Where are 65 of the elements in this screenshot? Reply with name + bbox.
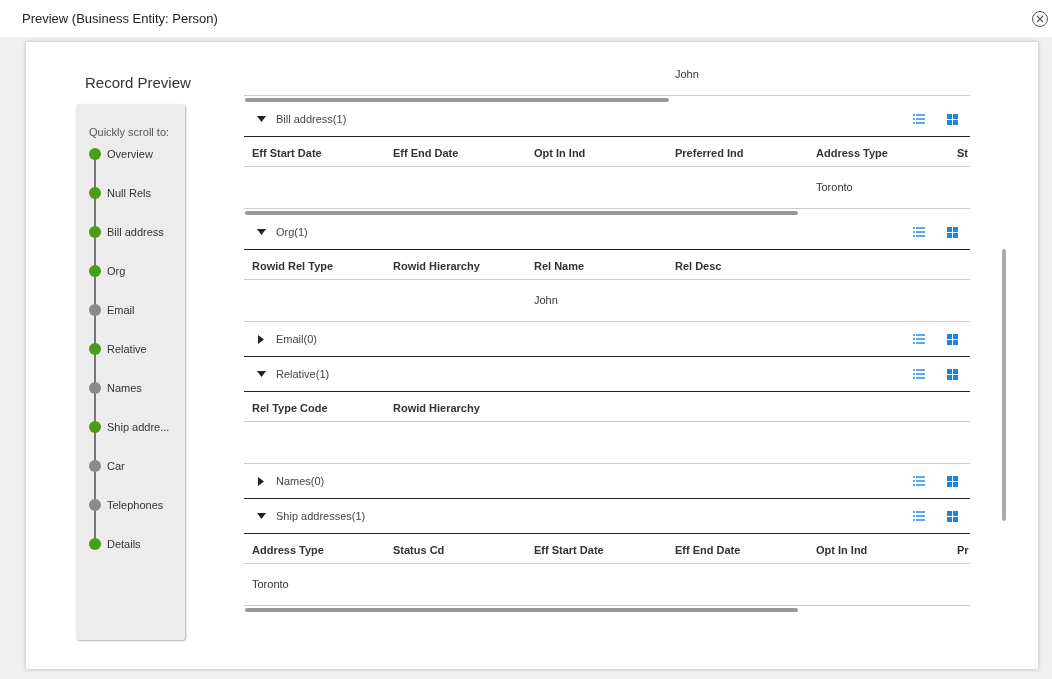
grid-view-icon[interactable] <box>947 510 958 522</box>
column-header: Status Cd <box>393 543 445 556</box>
list-view-icon[interactable] <box>913 227 925 237</box>
column-header: Eff Start Date <box>534 543 604 556</box>
column-header: Pr <box>957 543 969 556</box>
scroll-nav-item[interactable]: Details <box>89 536 185 552</box>
table-cell: John <box>534 294 558 307</box>
section-title[interactable]: Ship addresses(1) <box>276 507 366 525</box>
column-header: Rowid Hierarchy <box>393 401 480 414</box>
scroll-nav-item[interactable]: Org <box>89 263 185 279</box>
list-view-icon[interactable] <box>913 476 925 486</box>
scroll-label: Quickly scroll to: <box>89 124 171 140</box>
list-view-icon[interactable] <box>913 511 925 521</box>
caret-icon[interactable] <box>256 369 266 379</box>
scroll-nav-item[interactable]: Ship addre... <box>89 419 185 435</box>
horizontal-scrollbar[interactable] <box>245 98 669 102</box>
scroll-nav-item[interactable]: Overview <box>89 146 185 162</box>
grid-view-icon[interactable] <box>947 113 958 125</box>
list-view-icon[interactable] <box>913 114 925 124</box>
scroll-nav-item[interactable]: Relative <box>89 341 185 357</box>
scroll-nav-item[interactable]: Telephones <box>89 497 185 513</box>
close-icon[interactable] <box>1036 14 1044 23</box>
section-title[interactable]: Email(0) <box>276 330 317 348</box>
grid-view-icon[interactable] <box>947 475 958 487</box>
vertical-scrollbar[interactable] <box>1002 249 1006 521</box>
section-title[interactable]: Relative(1) <box>276 365 330 383</box>
caret-icon[interactable] <box>256 227 266 237</box>
column-header: Opt In Ind <box>816 543 868 556</box>
scroll-nav-item[interactable]: Null Rels <box>89 185 185 201</box>
grid-view-icon[interactable] <box>947 333 958 345</box>
column-header: Preferred Ind <box>675 146 744 159</box>
dialog-title: Preview (Business Entity: Person) <box>22 9 218 28</box>
section-title[interactable]: Org(1) <box>276 223 308 241</box>
column-header: Rel Name <box>534 259 585 272</box>
list-view-icon[interactable] <box>913 369 925 379</box>
section-title[interactable]: Names(0) <box>276 472 325 490</box>
column-header: Rowid Rel Type <box>252 259 334 272</box>
horizontal-scrollbar[interactable] <box>245 608 798 612</box>
caret-icon[interactable] <box>256 114 266 124</box>
column-header: Rel Desc <box>675 259 722 272</box>
section-title[interactable]: Bill address(1) <box>276 110 347 128</box>
scroll-nav-item[interactable]: Email <box>89 302 185 318</box>
scroll-nav-item[interactable]: Names <box>89 380 185 396</box>
record-preview-title: Record Preview <box>85 73 192 93</box>
caret-icon[interactable] <box>256 511 266 521</box>
column-header: Opt In Ind <box>534 146 586 159</box>
column-header: Eff End Date <box>675 543 741 556</box>
column-header: Rowid Hierarchy <box>393 259 480 272</box>
horizontal-scrollbar[interactable] <box>245 211 798 215</box>
scroll-nav-item[interactable]: Bill address <box>89 224 185 240</box>
caret-icon[interactable] <box>256 476 266 486</box>
grid-view-icon[interactable] <box>947 226 958 238</box>
table-cell: John <box>675 68 699 81</box>
table-cell: Toronto <box>252 578 289 591</box>
column-header: Address Type <box>252 543 324 556</box>
column-header: St <box>957 146 968 159</box>
column-header: Eff Start Date <box>252 146 322 159</box>
scroll-nav-item[interactable]: Car <box>89 458 185 474</box>
grid-view-icon[interactable] <box>947 368 958 380</box>
column-header: Rel Type Code <box>252 401 328 414</box>
caret-icon[interactable] <box>256 334 266 344</box>
column-header: Eff End Date <box>393 146 459 159</box>
table-cell: Toronto <box>816 181 853 194</box>
list-view-icon[interactable] <box>913 334 925 344</box>
column-header: Address Type <box>816 146 888 159</box>
